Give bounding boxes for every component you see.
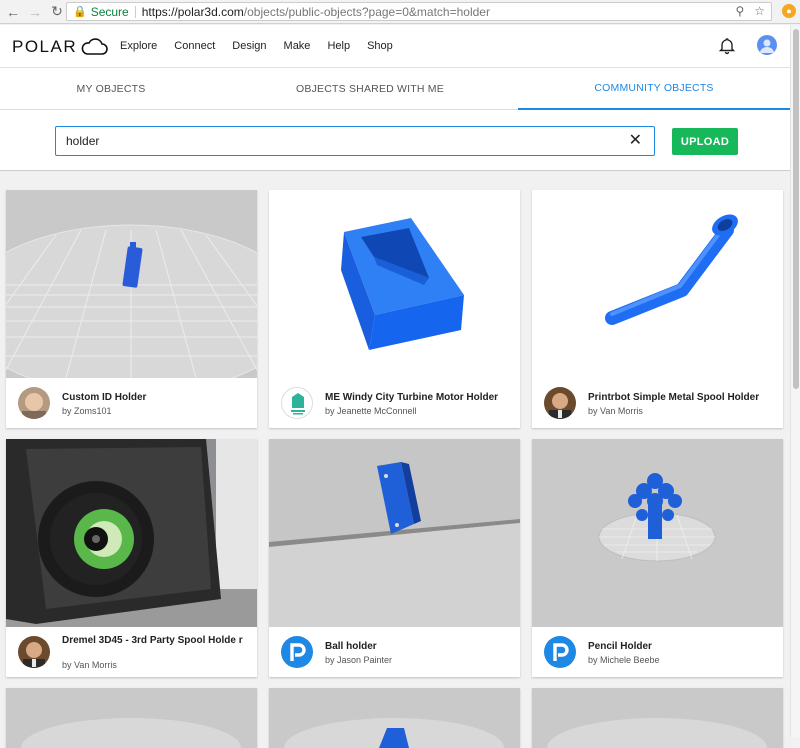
object-tabs: MY OBJECTS OBJECTS SHARED WITH ME COMMUN… bbox=[0, 68, 790, 110]
model-preview bbox=[532, 688, 783, 748]
main-nav: Explore Connect Design Make Help Shop bbox=[120, 40, 393, 52]
nav-connect[interactable]: Connect bbox=[174, 40, 215, 52]
model-preview bbox=[269, 190, 520, 378]
model-preview bbox=[532, 190, 783, 378]
user-icon bbox=[760, 39, 774, 53]
photo-face-icon bbox=[544, 387, 576, 419]
lock-icon: 🔒 bbox=[73, 6, 87, 18]
nav-make[interactable]: Make bbox=[284, 40, 311, 52]
zoom-icon[interactable]: ⚲ bbox=[735, 4, 744, 18]
object-author[interactable]: by Jason Painter bbox=[325, 655, 392, 665]
model-preview bbox=[6, 688, 257, 748]
object-card[interactable]: Printrbot Simple Metal Spool Holder by V… bbox=[532, 190, 783, 428]
search-bar-row: ✕ UPLOAD bbox=[0, 110, 790, 171]
forward-arrow-icon[interactable]: → bbox=[26, 3, 44, 21]
polar-p-icon bbox=[281, 636, 313, 668]
object-card[interactable]: ME Windy City Turbine Motor Holder by Je… bbox=[269, 190, 520, 428]
object-meta: Printrbot Simple Metal Spool Holder by V… bbox=[532, 378, 783, 428]
nav-design[interactable]: Design bbox=[232, 40, 266, 52]
photo-face-icon bbox=[18, 636, 50, 668]
logo-text: POLAR bbox=[12, 37, 78, 56]
object-thumbnail[interactable] bbox=[532, 190, 783, 378]
object-card[interactable]: Dremel 3D45 - 3rd Party Spool Holde r by… bbox=[6, 439, 257, 677]
polar-p-icon bbox=[544, 636, 576, 668]
object-card[interactable]: Pencil Holder by Michele Beebe bbox=[532, 439, 783, 677]
object-title[interactable]: Dremel 3D45 - 3rd Party Spool Holde r bbox=[62, 635, 250, 647]
object-thumbnail[interactable] bbox=[269, 439, 520, 627]
object-card[interactable]: Custom ID Holder by Zoms101 bbox=[6, 190, 257, 428]
object-card[interactable] bbox=[269, 688, 520, 748]
page-scrollbar[interactable] bbox=[790, 25, 800, 737]
star-icon[interactable]: ☆ bbox=[754, 4, 765, 18]
search-input[interactable] bbox=[56, 134, 616, 148]
secure-label: Secure bbox=[90, 4, 129, 19]
address-bar[interactable]: 🔒 Secure https://polar3d.com /objects/pu… bbox=[66, 2, 772, 21]
object-title[interactable]: Printrbot Simple Metal Spool Holder bbox=[588, 392, 776, 404]
model-preview bbox=[532, 439, 783, 627]
tab-shared-with-me[interactable]: OBJECTS SHARED WITH ME bbox=[222, 68, 518, 110]
close-icon[interactable]: ✕ bbox=[629, 133, 642, 149]
object-meta: Dremel 3D45 - 3rd Party Spool Holde r by… bbox=[6, 627, 257, 677]
object-author[interactable]: by Jeanette McConnell bbox=[325, 406, 417, 416]
object-card[interactable]: Ball holder by Jason Painter bbox=[269, 439, 520, 677]
photo-face-icon bbox=[18, 387, 50, 419]
makers-logo-icon bbox=[281, 387, 313, 419]
search-field: ✕ bbox=[55, 126, 655, 156]
model-preview bbox=[269, 439, 520, 627]
app-header: POLAR Explore Connect Design Make Help S… bbox=[0, 25, 790, 68]
object-meta: ME Windy City Turbine Motor Holder by Je… bbox=[269, 378, 520, 428]
object-thumbnail[interactable] bbox=[6, 190, 257, 378]
object-author[interactable]: by Zoms101 bbox=[62, 406, 112, 416]
object-title[interactable]: ME Windy City Turbine Motor Holder bbox=[325, 392, 513, 404]
reload-icon[interactable]: ↻ bbox=[48, 3, 66, 21]
object-meta: Custom ID Holder by Zoms101 bbox=[6, 378, 257, 428]
url-path: /objects/public-objects?page=0&match=hol… bbox=[243, 4, 490, 19]
tab-community-objects[interactable]: COMMUNITY OBJECTS bbox=[518, 68, 790, 110]
model-preview bbox=[6, 190, 257, 378]
cloud-icon bbox=[81, 38, 108, 55]
object-author[interactable]: by Michele Beebe bbox=[588, 655, 660, 665]
object-thumbnail[interactable] bbox=[6, 439, 257, 627]
scrollbar-thumb[interactable] bbox=[793, 29, 799, 389]
back-arrow-icon[interactable]: ← bbox=[4, 3, 22, 21]
object-meta: Pencil Holder by Michele Beebe bbox=[532, 627, 783, 677]
object-thumbnail[interactable] bbox=[532, 439, 783, 627]
object-title[interactable]: Ball holder bbox=[325, 641, 513, 653]
object-title[interactable]: Custom ID Holder bbox=[62, 392, 250, 404]
polar-logo[interactable]: POLAR bbox=[12, 37, 108, 57]
object-card[interactable] bbox=[532, 688, 783, 748]
upload-button[interactable]: UPLOAD bbox=[672, 128, 738, 155]
bell-icon[interactable] bbox=[718, 37, 736, 55]
model-preview bbox=[6, 439, 257, 627]
object-meta: Ball holder by Jason Painter bbox=[269, 627, 520, 677]
model-preview bbox=[269, 688, 520, 748]
object-author[interactable]: by Van Morris bbox=[62, 660, 117, 670]
nav-shop[interactable]: Shop bbox=[367, 40, 393, 52]
url-host: https://polar3d.com bbox=[141, 4, 244, 19]
tab-my-objects[interactable]: MY OBJECTS bbox=[0, 68, 222, 110]
divider bbox=[134, 5, 136, 18]
object-card[interactable] bbox=[6, 688, 257, 748]
extension-icon[interactable]: ● bbox=[782, 4, 796, 18]
object-thumbnail[interactable] bbox=[269, 190, 520, 378]
object-author[interactable]: by Van Morris bbox=[588, 406, 643, 416]
nav-explore[interactable]: Explore bbox=[120, 40, 157, 52]
object-title[interactable]: Pencil Holder bbox=[588, 641, 776, 653]
nav-help[interactable]: Help bbox=[327, 40, 350, 52]
user-avatar[interactable] bbox=[757, 35, 777, 55]
browser-toolbar: ← → ↻ 🔒 Secure https://polar3d.com /obje… bbox=[0, 0, 800, 24]
